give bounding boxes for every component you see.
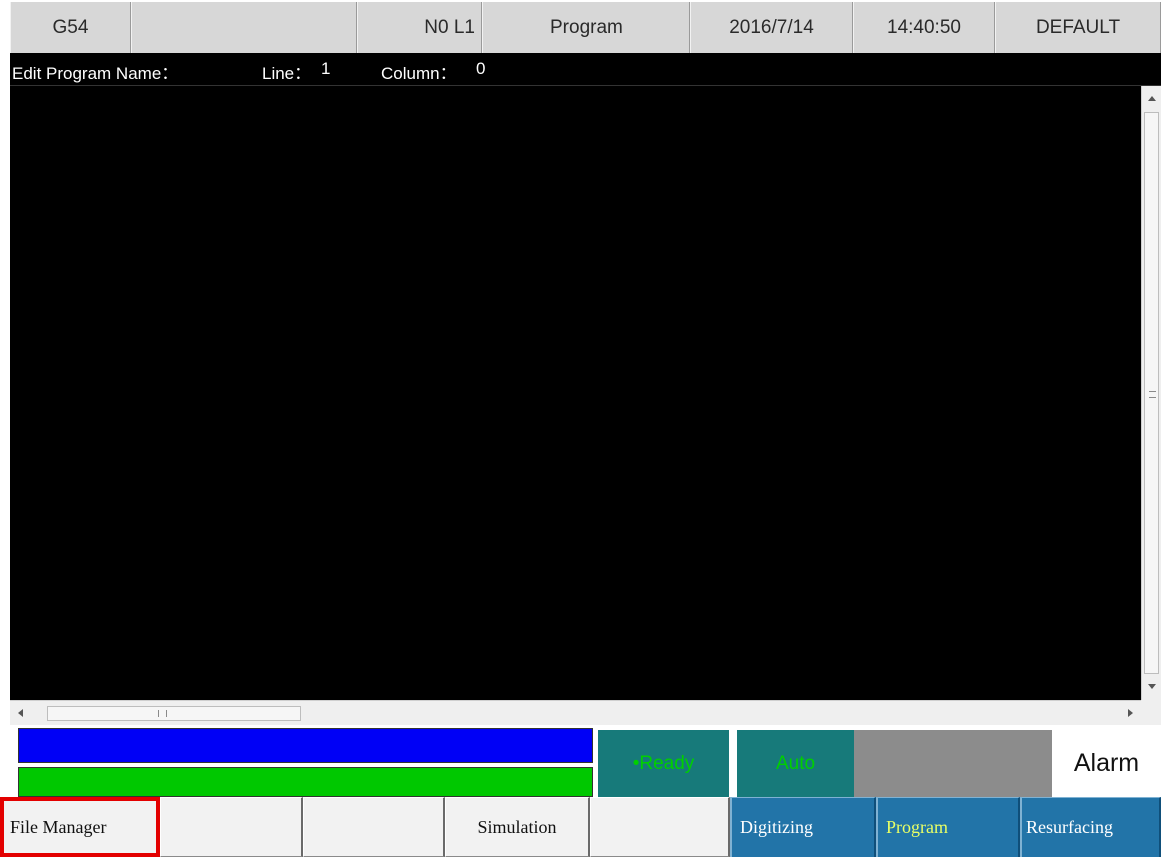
scroll-left-arrow-icon[interactable] — [18, 709, 23, 717]
current-date: 2016/7/14 — [690, 2, 853, 53]
vertical-scrollbar[interactable] — [1141, 86, 1161, 700]
function-key-row: File Manager Simulation Digitizing Progr… — [0, 797, 1161, 857]
simulation-button[interactable]: Simulation — [445, 797, 590, 857]
scrollbar-corner — [1141, 700, 1161, 725]
scroll-up-arrow-icon[interactable] — [1148, 96, 1156, 101]
program-button[interactable]: Program — [876, 797, 1020, 857]
current-mode: Program — [482, 2, 690, 53]
scroll-right-arrow-icon[interactable] — [1128, 709, 1133, 717]
alarm-indicator[interactable]: Alarm — [1052, 730, 1161, 797]
column-value: 0 — [476, 59, 486, 78]
resurfacing-button[interactable]: Resurfacing — [1020, 797, 1161, 857]
coordinate-system-indicator: G54 — [10, 2, 131, 53]
program-name-label: Edit Program Name： — [12, 64, 179, 83]
function-key-3[interactable] — [303, 797, 445, 857]
file-manager-button[interactable]: File Manager — [0, 797, 160, 857]
scroll-down-arrow-icon[interactable] — [1148, 684, 1156, 689]
progress-bar-green — [18, 767, 593, 797]
vertical-scroll-thumb[interactable] — [1144, 112, 1159, 674]
grip-icon — [158, 710, 167, 717]
line-counter: N0 L1 — [357, 2, 482, 53]
machine-status-row: •Ready Auto Alarm — [10, 725, 1161, 797]
digitizing-button[interactable]: Digitizing — [730, 797, 876, 857]
profile-name: DEFAULT — [995, 2, 1161, 53]
program-editor[interactable] — [10, 86, 1161, 725]
current-time: 14:40:50 — [853, 2, 995, 53]
line-value: 1 — [321, 59, 331, 78]
status-blank-cell — [131, 2, 357, 53]
column-label: Column： — [381, 64, 457, 83]
top-status-bar: G54 N0 L1 Program 2016/7/14 14:40:50 DEF… — [10, 0, 1161, 53]
auto-mode-status: Auto — [737, 730, 854, 797]
edit-info-bar: Edit Program Name： Line： 1 Column： 0 — [10, 53, 1161, 86]
horizontal-scrollbar[interactable] — [10, 700, 1141, 725]
function-key-2[interactable] — [160, 797, 303, 857]
horizontal-scroll-thumb[interactable] — [47, 706, 301, 721]
line-label: Line： — [262, 64, 312, 83]
ready-status: •Ready — [598, 730, 729, 797]
status-blank-cell — [854, 730, 1052, 797]
progress-bar-blue — [18, 728, 593, 763]
function-key-5[interactable] — [590, 797, 730, 857]
grip-icon — [1149, 391, 1156, 398]
